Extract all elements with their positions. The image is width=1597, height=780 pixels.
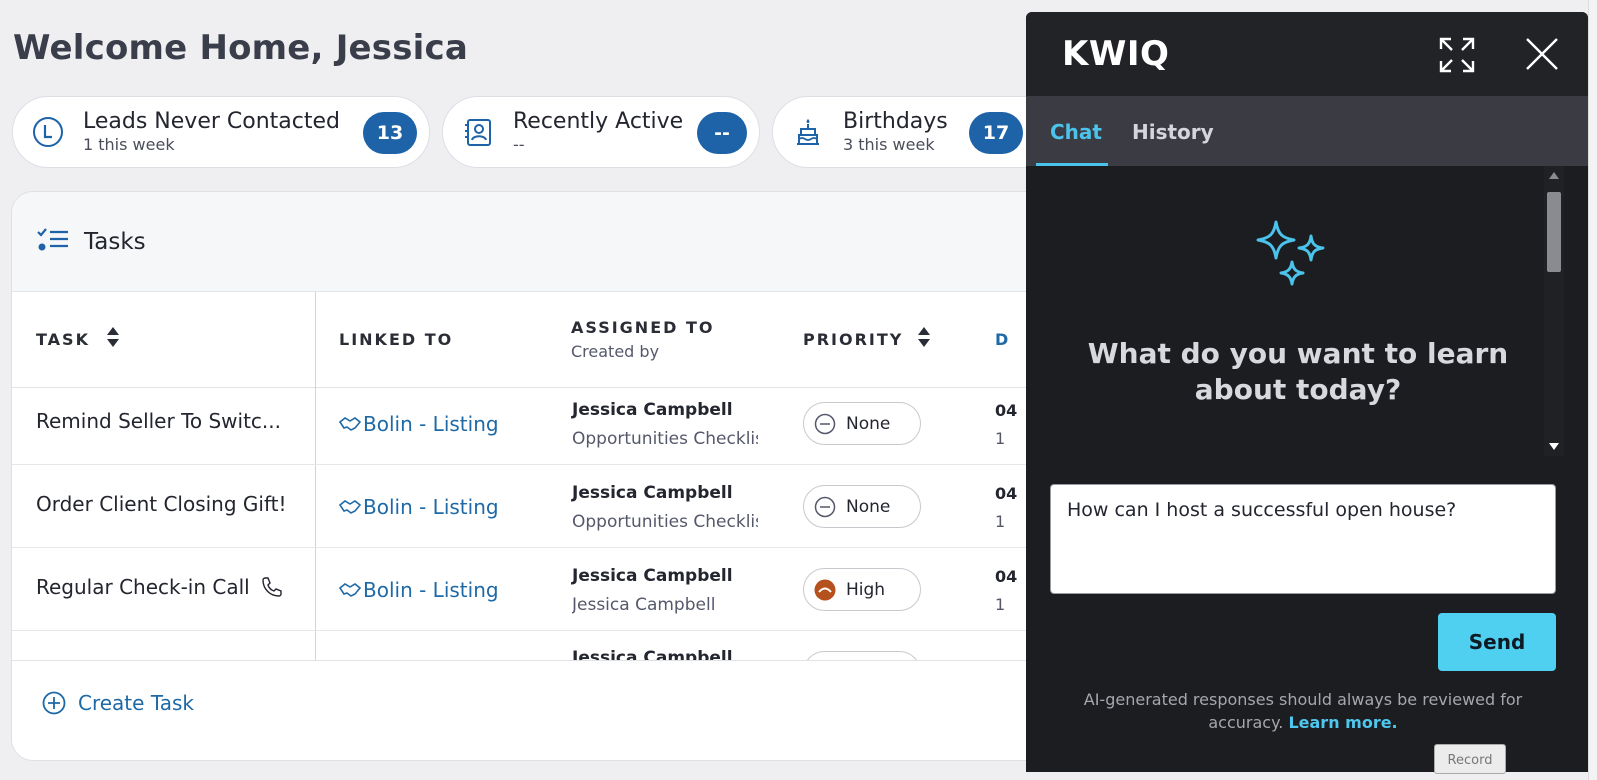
send-button[interactable]: Send	[1438, 613, 1556, 671]
kwiq-panel: KWIQ Chat History What do you want to le…	[1026, 12, 1588, 772]
minus-circle-icon	[814, 413, 836, 434]
scroll-down-icon[interactable]	[1549, 443, 1559, 450]
stat-title: Birthdays	[843, 109, 948, 134]
linked-listing[interactable]: Bolin - Listing	[339, 495, 499, 519]
priority-label: None	[846, 413, 891, 434]
tab-chat[interactable]: Chat	[1050, 120, 1102, 144]
learn-more-link[interactable]: Learn more.	[1288, 713, 1397, 732]
priority-selector[interactable]: High	[803, 568, 921, 611]
tasks-footer: Create Task	[12, 660, 1070, 760]
handshake-icon	[339, 417, 361, 431]
kwiq-tabs: Chat History	[1026, 96, 1588, 166]
stat-sub: 1 this week	[83, 135, 175, 154]
table-row[interactable]: Regular Check-in Call Bolin - Listing Je…	[12, 548, 1070, 631]
phone-icon	[262, 577, 282, 597]
due-date: 04	[995, 567, 1018, 586]
due-time: 1	[995, 512, 1006, 531]
sort-icon[interactable]	[917, 326, 931, 348]
creator: Opportunities Checklist	[572, 429, 758, 449]
create-task-label[interactable]: Create Task	[78, 691, 194, 715]
link-text[interactable]: Bolin - Listing	[363, 412, 499, 436]
ai-disclaimer: AI-generated responses should always be …	[1066, 688, 1540, 734]
handshake-icon	[339, 500, 361, 514]
expand-icon[interactable]	[1438, 36, 1476, 74]
scroll-up-icon[interactable]	[1549, 172, 1559, 179]
priority-label: None	[846, 496, 891, 517]
table-row[interactable]: Order Client Closing Gift! Bolin - Listi…	[12, 465, 1070, 548]
kwiq-title: KWIQ	[1062, 34, 1170, 74]
creator: Jessica Campbell	[572, 595, 716, 615]
high-priority-icon	[814, 579, 836, 600]
table-row[interactable]: Remind Seller To Switc... Bolin - Listin…	[12, 382, 1070, 465]
task-name-text[interactable]: Regular Check-in Call	[36, 575, 250, 599]
create-task-button[interactable]: Create Task	[42, 691, 194, 715]
count-badge: 17	[969, 112, 1023, 154]
due-time: 1	[995, 595, 1006, 614]
close-icon[interactable]	[1524, 36, 1560, 72]
handshake-icon	[339, 583, 361, 597]
cake-icon	[791, 115, 825, 149]
col-due[interactable]: D	[995, 330, 1010, 349]
linked-listing[interactable]: Bolin - Listing	[339, 412, 499, 436]
page-scrollbar[interactable]	[1588, 0, 1597, 780]
contact-book-icon	[461, 115, 495, 149]
scroll-thumb[interactable]	[1547, 192, 1561, 272]
page-title: Welcome Home, Jessica	[13, 28, 469, 68]
task-name[interactable]: Order Client Closing Gift!	[36, 492, 287, 516]
task-name[interactable]: Remind Seller To Switc...	[36, 409, 281, 433]
priority-selector[interactable]: None	[803, 485, 921, 528]
col-linked-to: LINKED TO	[339, 330, 454, 349]
assignee: Jessica Campbell	[572, 400, 733, 420]
assignee: Jessica Campbell	[572, 648, 733, 660]
due-date: 04	[995, 484, 1018, 503]
kwiq-prompt: What do you want to learn about today?	[1087, 337, 1509, 406]
stat-leads-never-contacted[interactable]: Leads Never Contacted 1 this week 13	[12, 96, 430, 168]
count-badge: --	[697, 112, 747, 154]
task-name[interactable]: Regular Check-in Call	[36, 575, 282, 599]
priority-label: High	[846, 579, 886, 600]
assignee: Jessica Campbell	[572, 566, 733, 586]
col-priority[interactable]: PRIORITY	[803, 330, 903, 349]
col-task[interactable]: TASK	[36, 330, 90, 349]
stat-sub: 3 this week	[843, 135, 935, 154]
priority-selector[interactable]: None	[803, 402, 921, 445]
stat-recently-active[interactable]: Recently Active -- --	[442, 96, 760, 168]
kwiq-chat-area: What do you want to learn about today?	[1026, 166, 1588, 456]
linked-listing[interactable]: Bolin - Listing	[339, 578, 499, 602]
count-badge: 13	[363, 112, 417, 154]
col-assigned-to: ASSIGNED TO	[571, 318, 715, 337]
assignee: Jessica Campbell	[572, 483, 733, 503]
stat-title: Recently Active	[513, 109, 684, 134]
chat-scrollbar[interactable]	[1544, 166, 1564, 456]
link-text[interactable]: Bolin - Listing	[363, 495, 499, 519]
tasks-title: Tasks	[84, 228, 146, 255]
table-row[interactable]: Jessica Campbell	[12, 631, 1070, 660]
creator: Opportunities Checklist	[572, 512, 758, 532]
task-list-icon	[36, 227, 70, 257]
tasks-header: Tasks	[12, 192, 1070, 292]
sparkle-icon	[1256, 220, 1325, 286]
record-button[interactable]: Record	[1434, 744, 1506, 774]
due-time: 1	[995, 429, 1006, 448]
sort-icon[interactable]	[106, 326, 120, 348]
clock-l-icon	[31, 115, 65, 149]
priority-selector[interactable]	[803, 651, 921, 660]
plus-circle-icon	[42, 691, 66, 715]
tab-history[interactable]: History	[1132, 120, 1214, 144]
chat-input[interactable]: How can I host a successful open house?	[1050, 484, 1556, 594]
stat-title: Leads Never Contacted	[83, 109, 340, 134]
kwiq-header: KWIQ	[1026, 12, 1588, 96]
minus-circle-icon	[814, 496, 836, 517]
due-date: 04	[995, 401, 1018, 420]
link-text[interactable]: Bolin - Listing	[363, 578, 499, 602]
table-header: TASK LINKED TO ASSIGNED TO Created by PR…	[12, 292, 1070, 388]
col-created-by: Created by	[571, 342, 660, 361]
stat-sub: --	[513, 135, 525, 154]
tasks-card: Tasks TASK LINKED TO ASSIGNED TO Created…	[11, 191, 1071, 761]
